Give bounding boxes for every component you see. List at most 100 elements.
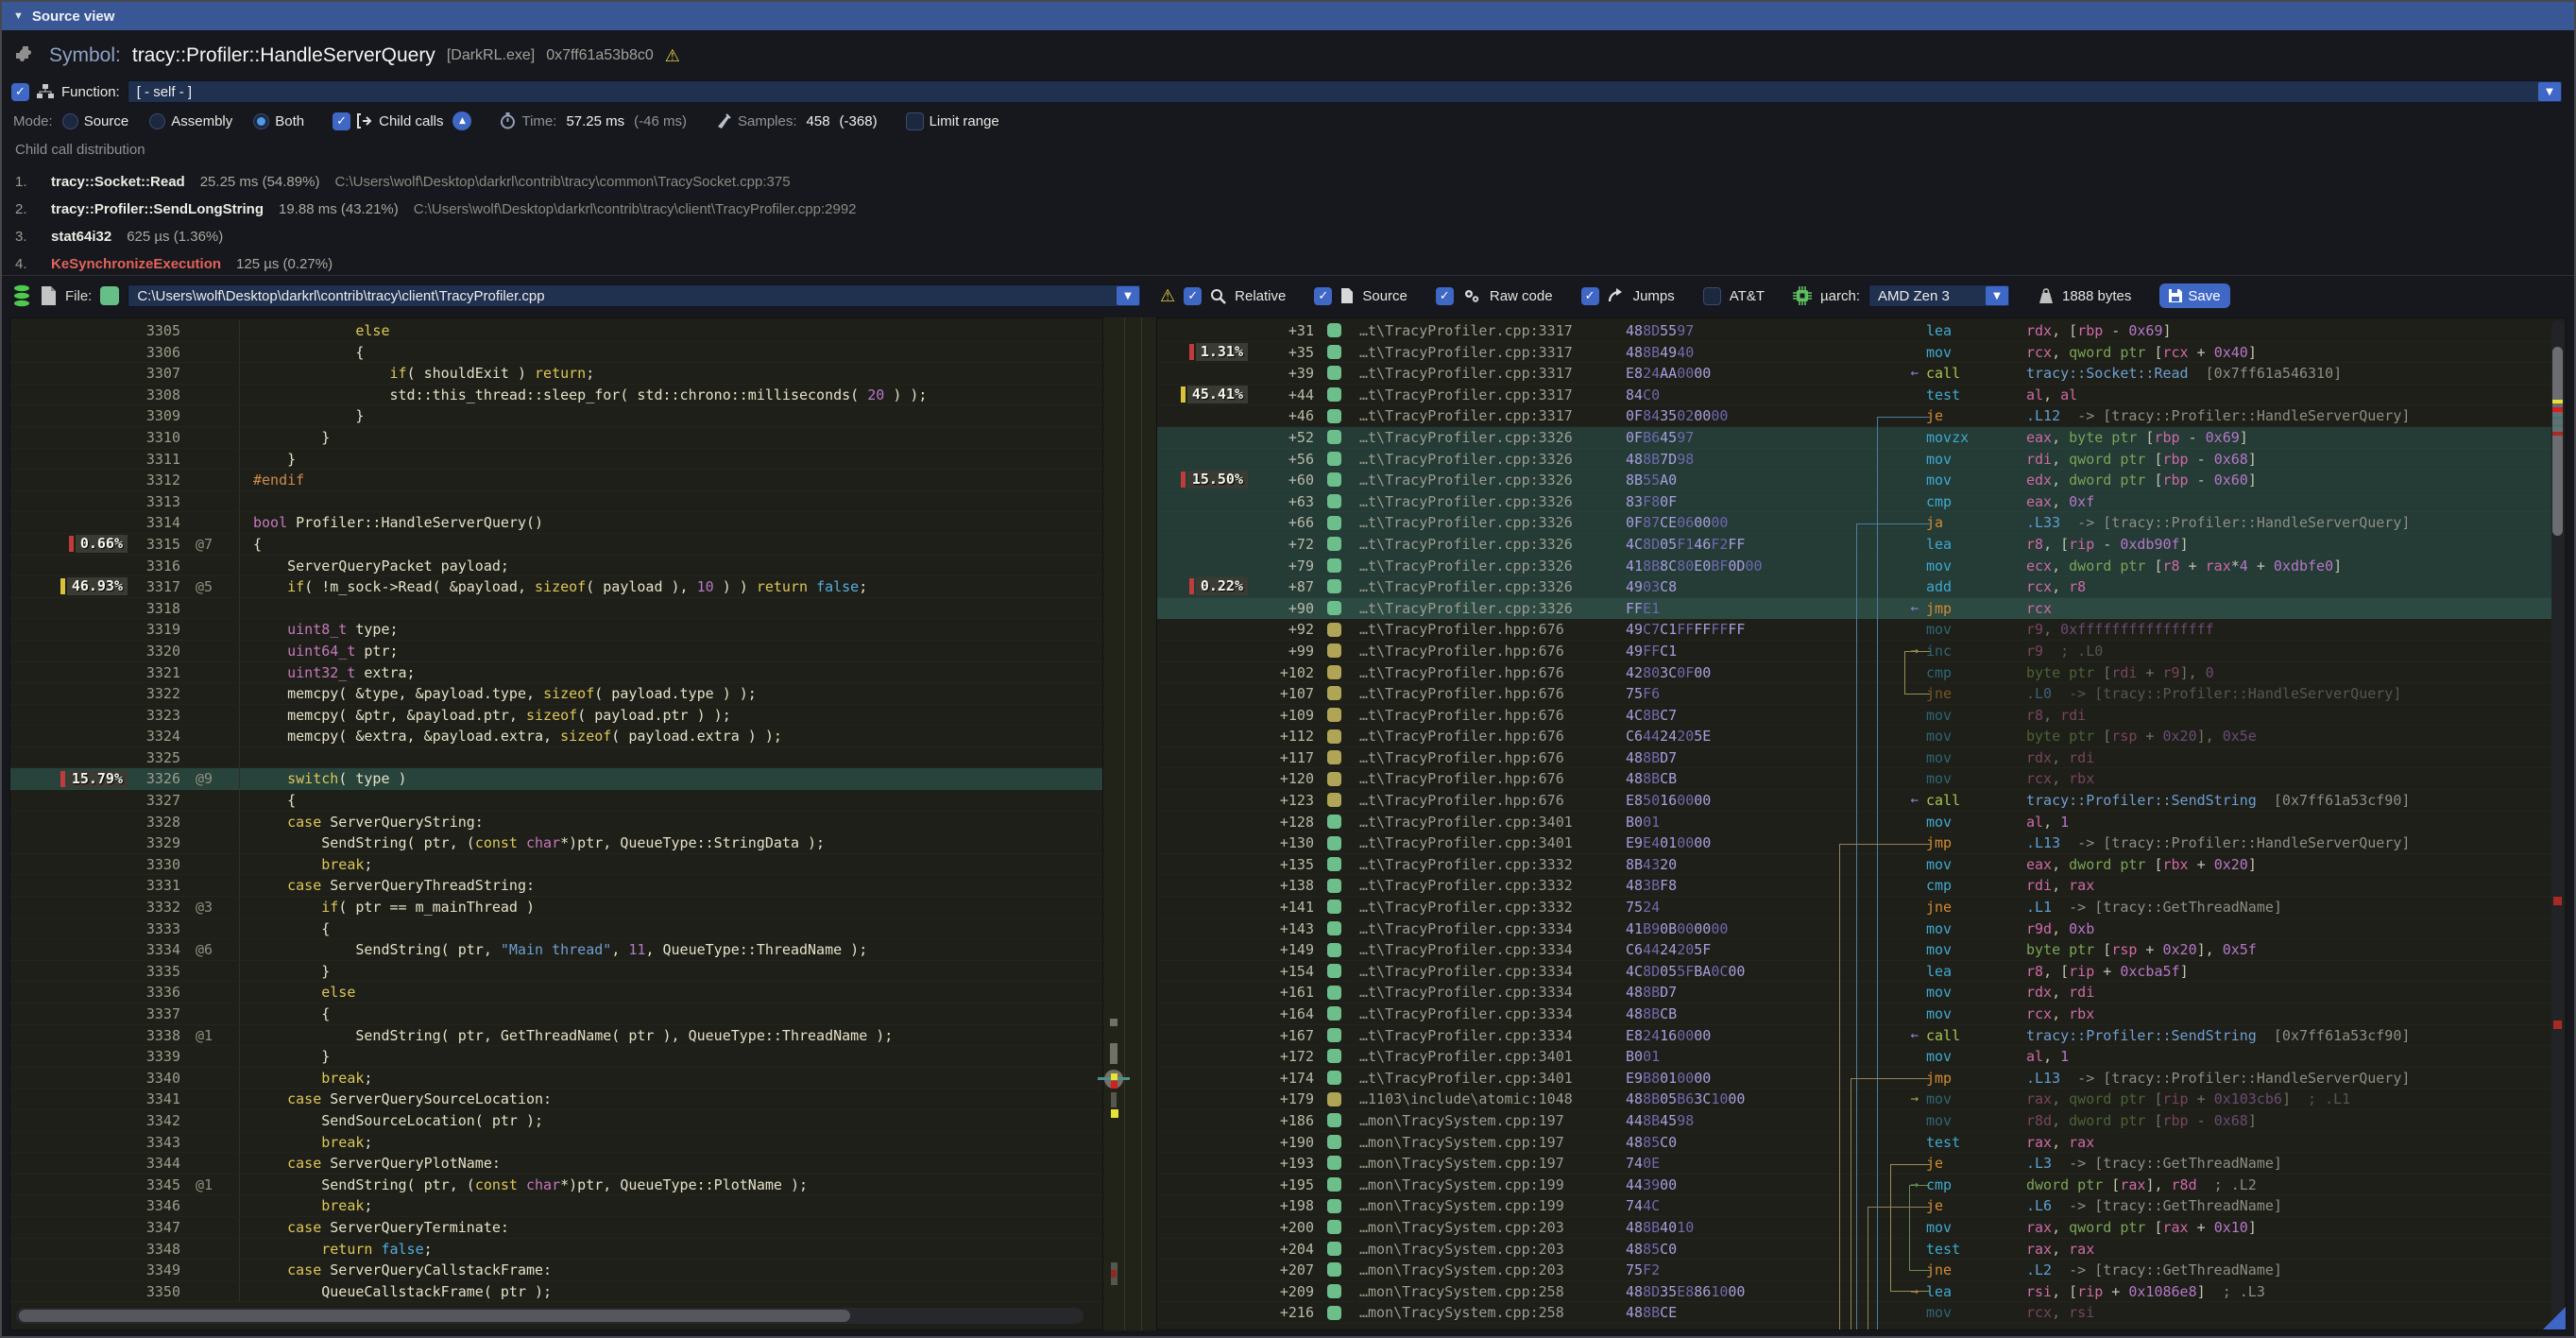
radio-both[interactable]: [253, 113, 269, 129]
asm-row[interactable]: +207…mon\TracySystem.cpp:20375F2jne.L2 -…: [1157, 1260, 2552, 1281]
relative-checkbox[interactable]: ✓: [1184, 287, 1202, 305]
source-label[interactable]: Source: [1362, 288, 1407, 304]
save-button[interactable]: Save: [2159, 283, 2229, 308]
source-line[interactable]: 3313: [10, 491, 1102, 513]
asm-source-location[interactable]: …t\TracyProfiler.cpp:3317: [1359, 320, 1626, 341]
asm-source-location[interactable]: …mon\TracySystem.cpp:258: [1359, 1281, 1626, 1302]
radio-both-label[interactable]: Both: [275, 113, 304, 129]
asm-source-location[interactable]: …t\TracyProfiler.cpp:3332: [1359, 854, 1626, 875]
asm-row[interactable]: +99…t\TracyProfiler.hpp:67649FFC1→incr9 …: [1157, 641, 2552, 662]
source-line[interactable]: 3340 break;: [10, 1068, 1102, 1089]
asm-row[interactable]: +79…t\TracyProfiler.cpp:3326418B8C80E0BF…: [1157, 556, 2552, 577]
asm-row[interactable]: +52…t\TracyProfiler.cpp:33260FB64597movz…: [1157, 427, 2552, 449]
asm-row[interactable]: +141…t\TracyProfiler.cpp:33327524jne.L1 …: [1157, 897, 2552, 918]
asm-source-location[interactable]: …t\TracyProfiler.hpp:676: [1359, 662, 1626, 683]
asm-row[interactable]: +46…t\TracyProfiler.cpp:33170F8435020000…: [1157, 405, 2552, 427]
asm-source-location[interactable]: …t\TracyProfiler.cpp:3326: [1359, 598, 1626, 619]
source-line[interactable]: 3320 uint64_t ptr;: [10, 641, 1102, 662]
asm-source-location[interactable]: …t\TracyProfiler.cpp:3334: [1359, 961, 1626, 982]
asm-row[interactable]: +167…t\TracyProfiler.cpp:3334E824160000←…: [1157, 1025, 2552, 1047]
asm-source-location[interactable]: …mon\TracySystem.cpp:203: [1359, 1260, 1626, 1280]
source-line[interactable]: 3335 }: [10, 961, 1102, 983]
child-call-entry[interactable]: 4.KeSynchronizeExecution125 µs (0.27%): [15, 250, 1810, 278]
asm-source-location[interactable]: …t\TracyProfiler.cpp:3332: [1359, 897, 1626, 918]
asm-row[interactable]: +102…t\TracyProfiler.hpp:67642803C0F00cm…: [1157, 662, 2552, 684]
asm-source-location[interactable]: …t\TracyProfiler.hpp:676: [1359, 619, 1626, 640]
asm-source-location[interactable]: …t\TracyProfiler.cpp:3317: [1359, 363, 1626, 384]
child-call-entry[interactable]: 3.stat64i32625 µs (1.36%): [15, 223, 1810, 250]
source-line[interactable]: 3310 }: [10, 427, 1102, 449]
source-line[interactable]: 3338@1 SendString( ptr, GetThreadName( p…: [10, 1025, 1102, 1047]
source-line[interactable]: 3329 SendString( ptr, (const char*)ptr, …: [10, 832, 1102, 854]
raw-code-checkbox[interactable]: ✓: [1436, 287, 1454, 305]
source-line[interactable]: 3332@3 if( ptr == m_mainThread ): [10, 897, 1102, 918]
asm-row[interactable]: 45.41%+44…t\TracyProfiler.cpp:331784C0te…: [1157, 385, 2552, 406]
asm-source-location[interactable]: …t\TracyProfiler.hpp:676: [1359, 726, 1626, 746]
asm-row[interactable]: +72…t\TracyProfiler.cpp:33264C8D05F146F2…: [1157, 534, 2552, 556]
source-line[interactable]: 3331 case ServerQueryThreadString:: [10, 875, 1102, 897]
asm-source-location[interactable]: …t\TracyProfiler.hpp:676: [1359, 768, 1626, 789]
asm-source-location[interactable]: …t\TracyProfiler.cpp:3334: [1359, 1004, 1626, 1024]
source-line[interactable]: 3308 std::this_thread::sleep_for( std::c…: [10, 385, 1102, 406]
asm-source-location[interactable]: …t\TracyProfiler.cpp:3326: [1359, 491, 1626, 512]
collapse-triangle-icon[interactable]: ▼: [13, 10, 24, 22]
source-line[interactable]: 3346 break;: [10, 1195, 1102, 1217]
asm-source-location[interactable]: …t\TracyProfiler.cpp:3326: [1359, 427, 1626, 448]
source-checkbox[interactable]: ✓: [1314, 287, 1332, 305]
asm-source-location[interactable]: …t\TracyProfiler.hpp:676: [1359, 705, 1626, 726]
source-line[interactable]: 3307 if( shouldExit ) return;: [10, 363, 1102, 385]
asm-row[interactable]: +154…t\TracyProfiler.cpp:33344C8D055FBA0…: [1157, 961, 2552, 983]
source-line[interactable]: 3312#endif: [10, 470, 1102, 491]
asm-source-location[interactable]: …t\TracyProfiler.cpp:3332: [1359, 875, 1626, 896]
asm-source-location[interactable]: …mon\TracySystem.cpp:203: [1359, 1217, 1626, 1238]
asm-row[interactable]: +117…t\TracyProfiler.hpp:676488BD7movrdx…: [1157, 747, 2552, 769]
asm-source-location[interactable]: …t\TracyProfiler.hpp:676: [1359, 683, 1626, 704]
source-line[interactable]: 3342 SendSourceLocation( ptr );: [10, 1110, 1102, 1132]
pane-splitter[interactable]: [1103, 317, 1156, 1330]
asm-source-location[interactable]: …t\TracyProfiler.cpp:3401: [1359, 1046, 1626, 1067]
collapse-child-calls-button[interactable]: ▲: [452, 112, 471, 130]
chevron-down-icon[interactable]: ▼: [2538, 82, 2561, 101]
asm-row[interactable]: +179…1103\include\atomic:1048488B05B63C1…: [1157, 1089, 2552, 1110]
source-line[interactable]: 3344 case ServerQueryPlotName:: [10, 1153, 1102, 1175]
entry-function-name[interactable]: tracy::Profiler::SendLongString: [51, 201, 264, 217]
asm-source-location[interactable]: …t\TracyProfiler.cpp:3334: [1359, 982, 1626, 1003]
source-line[interactable]: 3316 ServerQueryPacket payload;: [10, 556, 1102, 577]
asm-source-location[interactable]: …mon\TracySystem.cpp:197: [1359, 1110, 1626, 1131]
child-calls-label[interactable]: Child calls: [379, 113, 443, 129]
source-line[interactable]: 3333 {: [10, 918, 1102, 940]
asm-row[interactable]: +190…mon\TracySystem.cpp:1974885C0testra…: [1157, 1132, 2552, 1154]
limit-range-checkbox[interactable]: ✓: [906, 112, 924, 130]
asm-source-location[interactable]: …t\TracyProfiler.cpp:3326: [1359, 449, 1626, 470]
jumps-label[interactable]: Jumps: [1633, 288, 1675, 304]
asm-row[interactable]: +90…t\TracyProfiler.cpp:3326FFE1←jmprcx: [1157, 598, 2552, 620]
asm-row[interactable]: +135…t\TracyProfiler.cpp:33328B4320movea…: [1157, 854, 2552, 876]
child-call-entry[interactable]: 1.tracy::Socket::Read25.25 ms (54.89%)C:…: [15, 168, 1810, 196]
source-line[interactable]: 3328 case ServerQueryString:: [10, 812, 1102, 833]
asm-source-location[interactable]: …t\TracyProfiler.cpp:3326: [1359, 576, 1626, 597]
source-line[interactable]: 3339 }: [10, 1046, 1102, 1068]
child-call-entry[interactable]: 2.tracy::Profiler::SendLongString19.88 m…: [15, 196, 1810, 223]
asm-row[interactable]: +164…t\TracyProfiler.cpp:3334488BCBmovrc…: [1157, 1004, 2552, 1025]
source-line[interactable]: 3323 memcpy( &ptr, &payload.ptr, sizeof(…: [10, 705, 1102, 727]
asm-row[interactable]: 1.31%+35…t\TracyProfiler.cpp:3317488B494…: [1157, 342, 2552, 364]
asm-row[interactable]: +39…t\TracyProfiler.cpp:3317E824AA0000←c…: [1157, 363, 2552, 385]
asm-source-location[interactable]: …t\TracyProfiler.cpp:3401: [1359, 812, 1626, 832]
source-line[interactable]: 3306 {: [10, 342, 1102, 364]
asm-source-location[interactable]: …t\TracyProfiler.hpp:676: [1359, 790, 1626, 811]
asm-source-location[interactable]: …t\TracyProfiler.cpp:3326: [1359, 556, 1626, 576]
asm-source-location[interactable]: …mon\TracySystem.cpp:203: [1359, 1239, 1626, 1260]
raw-code-label[interactable]: Raw code: [1490, 288, 1553, 304]
asm-row[interactable]: +128…t\TracyProfiler.cpp:3401B001moval, …: [1157, 812, 2552, 833]
entry-function-name[interactable]: KeSynchronizeExecution: [51, 256, 221, 272]
chevron-down-icon[interactable]: ▼: [1986, 286, 2008, 305]
source-line[interactable]: 3318: [10, 598, 1102, 620]
source-line[interactable]: 3319 uint8_t type;: [10, 619, 1102, 641]
source-line[interactable]: 3330 break;: [10, 854, 1102, 876]
source-line[interactable]: 3347 case ServerQueryTerminate:: [10, 1217, 1102, 1239]
source-line[interactable]: 3321 uint32_t extra;: [10, 662, 1102, 684]
function-checkbox[interactable]: ✓: [11, 83, 29, 101]
source-line[interactable]: 3324 memcpy( &extra, &payload.extra, siz…: [10, 726, 1102, 747]
asm-source-location[interactable]: …t\TracyProfiler.cpp:3317: [1359, 342, 1626, 363]
jumps-checkbox[interactable]: ✓: [1581, 287, 1599, 305]
